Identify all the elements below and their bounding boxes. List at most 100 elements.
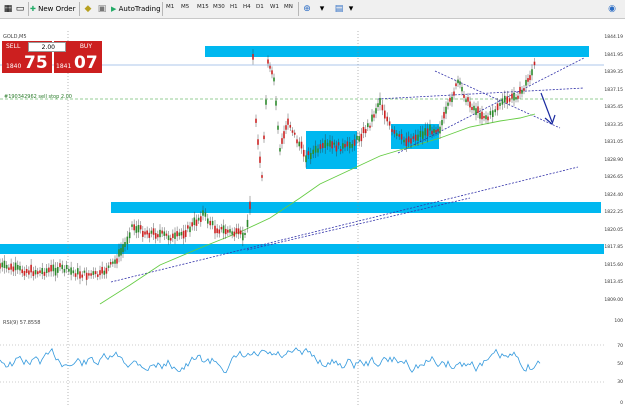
candle-body	[302, 149, 305, 157]
candle-body	[477, 106, 479, 113]
candle-body	[191, 222, 193, 227]
sell-price-big: 75	[24, 53, 48, 73]
candle-body	[79, 271, 81, 279]
candle-body	[317, 148, 319, 153]
separator	[79, 2, 80, 16]
candle-body	[137, 225, 140, 233]
templates-icon[interactable]: ▤	[333, 3, 345, 15]
candle-body	[381, 104, 384, 111]
candle-body	[28, 270, 30, 275]
lot-size-input[interactable]: 2.00	[28, 42, 66, 52]
timeframe-m15[interactable]: M15	[197, 4, 209, 10]
candle-body	[379, 97, 381, 106]
candle-body	[144, 231, 146, 235]
dropdown-icon[interactable]: ▾	[316, 3, 328, 15]
candle-body	[103, 270, 106, 275]
candle-body	[8, 267, 10, 270]
metaeditor-icon[interactable]: ◆	[82, 3, 94, 15]
candle-body	[169, 237, 172, 241]
candle-body	[195, 219, 198, 226]
candle-body	[293, 132, 296, 135]
folder-icon[interactable]: ▭	[14, 3, 26, 15]
rsi-panel[interactable]	[0, 317, 604, 407]
pending-order-label: #190342962 sell stop 2.00	[4, 94, 72, 100]
buy-price-small: 1841	[56, 63, 72, 70]
candle-body	[511, 93, 513, 99]
rsi-axis-label: 100	[614, 319, 623, 324]
candle-body	[373, 114, 375, 118]
candle-body	[457, 79, 459, 84]
candle-body	[437, 128, 439, 132]
candle-body	[384, 110, 386, 119]
timeframe-mn[interactable]: MN	[284, 4, 293, 10]
candle-body	[10, 263, 12, 270]
new-order-label: New Order	[38, 5, 76, 13]
candle-body	[433, 129, 435, 133]
timeframe-h1[interactable]: H1	[230, 4, 238, 10]
candle-body	[410, 138, 412, 144]
indicators-icon[interactable]: ⊕	[301, 3, 313, 15]
candle-body	[356, 135, 358, 140]
candle-body	[371, 114, 373, 122]
price-axis-label: 1817.85	[604, 245, 623, 250]
autotrading-button[interactable]: ▶ AutoTrading	[111, 2, 161, 16]
candle-body	[521, 89, 523, 94]
candle-body	[128, 232, 131, 239]
candle-body	[259, 156, 261, 163]
candle-body	[122, 244, 124, 253]
candle-body	[16, 264, 19, 270]
candle-body	[180, 231, 183, 236]
candle-body	[96, 274, 99, 277]
candle-body	[135, 226, 138, 233]
candle-body	[459, 81, 461, 85]
dropdown-icon[interactable]: ▾	[345, 3, 357, 15]
timeframe-m30[interactable]: M30	[213, 4, 225, 10]
support-zone-upper	[111, 202, 601, 213]
chart-properties-icon[interactable]: ▦	[2, 3, 14, 15]
price-axis-label: 1828.90	[604, 157, 623, 163]
candle-body	[207, 218, 209, 224]
candle-body	[515, 97, 517, 100]
candle-body	[398, 134, 400, 137]
timeframe-d1[interactable]: D1	[256, 4, 264, 10]
timeframe-h4[interactable]: H4	[243, 4, 251, 10]
price-chart[interactable]	[0, 31, 604, 314]
timeframe-w1[interactable]: W1	[270, 4, 279, 10]
candle-body	[314, 145, 317, 153]
candle-body	[231, 231, 233, 235]
rsi-axis-label: 30	[617, 380, 623, 385]
candle-body	[349, 142, 351, 149]
price-axis-label: 1809.00	[604, 297, 623, 303]
market-watch-icon[interactable]: ▣	[96, 3, 108, 15]
candle-body	[187, 225, 189, 229]
candle-body	[525, 79, 527, 86]
candle-body	[19, 265, 21, 271]
candle-body	[386, 116, 388, 122]
candle-body	[305, 155, 307, 163]
candle-body	[235, 228, 238, 234]
candle-body	[405, 138, 408, 147]
candle-body	[176, 231, 178, 237]
candle-body	[353, 139, 356, 146]
candle-body	[118, 249, 120, 257]
candle-body	[487, 116, 489, 121]
help-icon[interactable]: ◉	[606, 3, 618, 15]
sell-price-small: 1840	[6, 63, 22, 70]
candle-body	[224, 228, 227, 235]
candle-body	[326, 142, 329, 147]
candle-body	[273, 77, 275, 82]
candle-body	[265, 99, 267, 105]
candle-body	[429, 124, 431, 131]
candle-body	[81, 274, 84, 278]
new-order-button[interactable]: ✚ New Order	[30, 2, 76, 16]
candle-body	[252, 54, 254, 60]
candle-body	[189, 226, 191, 233]
candle-body	[324, 140, 326, 148]
timeframe-m1[interactable]: M1	[166, 4, 174, 10]
candle-body	[229, 229, 231, 233]
trendline-long	[110, 166, 579, 283]
timeframe-m5[interactable]: M5	[181, 4, 189, 10]
candle-body	[63, 268, 66, 273]
candle-body	[467, 97, 469, 102]
candle-body	[331, 141, 333, 149]
